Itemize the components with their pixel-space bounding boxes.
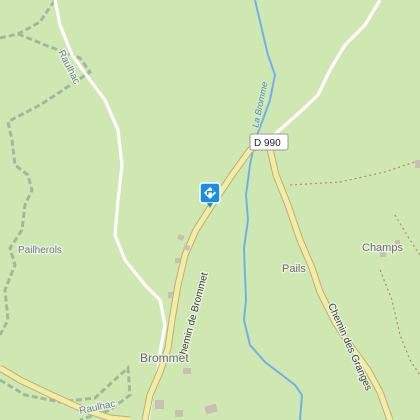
road-shield-text: D 990 [254,138,281,149]
label-place-champs: Champs [362,242,403,254]
label-hamlet-pailherols: Pailherols [18,245,62,256]
map-view[interactable]: Raulhac Raulhac Pailherols La Bromme Che… [0,0,420,420]
building [175,258,180,263]
building [183,368,191,374]
building [415,160,420,168]
label-place-brommet: Brommet [140,351,189,365]
road-shield-d990: D 990 [249,133,289,151]
label-place-pails: Pails [282,263,306,275]
building [168,292,173,298]
building [155,400,164,409]
building [175,410,183,417]
